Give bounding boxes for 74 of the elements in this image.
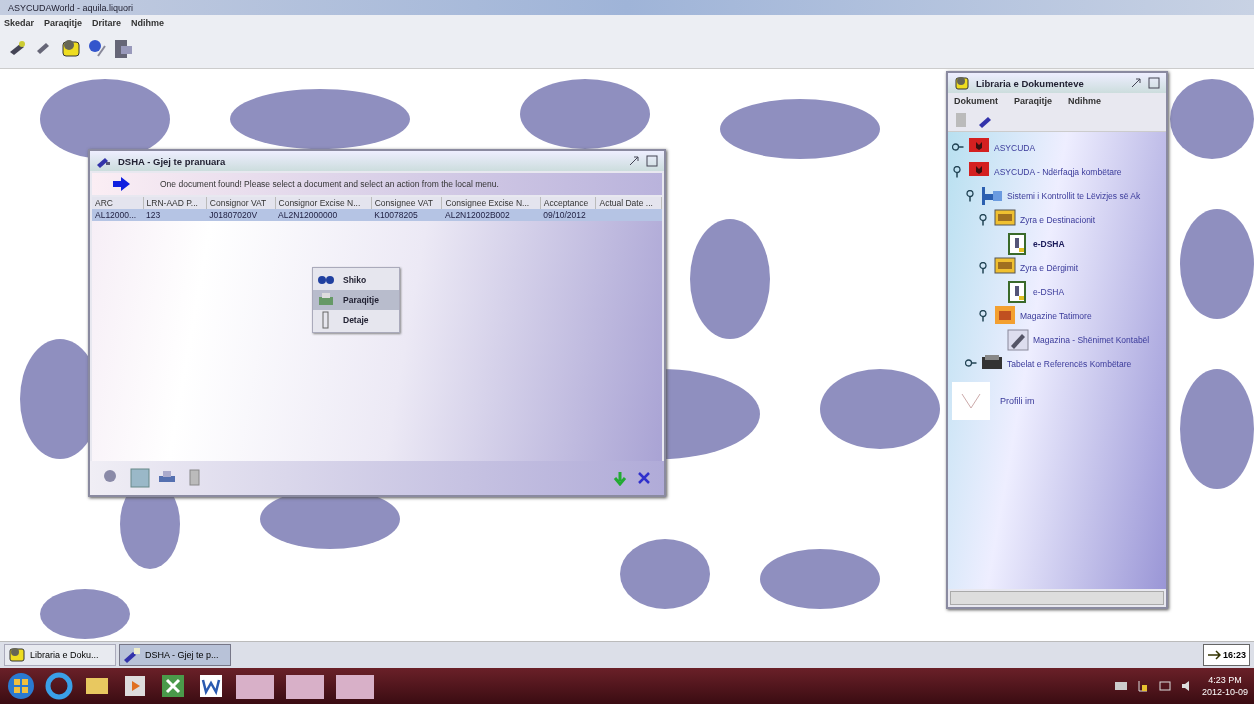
column-header[interactable]: Actual Date ...	[595, 197, 662, 209]
table-cell: AL2N12002B002	[445, 210, 510, 220]
menu-item[interactable]: Ndihme	[1068, 96, 1102, 106]
window-title: ASYCUDAWorld - aquila.liquori	[8, 2, 134, 13]
expanded-toggle-icon[interactable]	[952, 166, 964, 178]
expanded-toggle-icon[interactable]	[965, 190, 977, 202]
table-cell: J01807020V	[209, 210, 258, 220]
close-icon[interactable]	[636, 470, 652, 486]
start-icon[interactable]	[6, 671, 36, 701]
window-title: DSHA - Gjej te pranuara	[118, 155, 227, 167]
menu-item[interactable]: Paraqitje	[44, 17, 83, 28]
restore-icon[interactable]	[628, 155, 640, 167]
system-time: 4:23 PM	[1208, 674, 1242, 686]
profile-icon	[952, 382, 990, 420]
column-header[interactable]: LRN-AAD P...	[143, 197, 207, 209]
menu-item[interactable]: Dokument	[954, 96, 998, 106]
browser-icon[interactable]	[44, 671, 74, 701]
library-icon	[8, 646, 26, 664]
restore-icon[interactable]	[1130, 77, 1142, 89]
tree-item[interactable]: Tabelat e Referencës Kombëtare	[1007, 359, 1132, 369]
column-header[interactable]: Consignor Excise N...	[275, 197, 372, 209]
network-icon	[1157, 679, 1172, 693]
table-cell: AL12000...	[95, 210, 137, 220]
tree-item[interactable]: Zyra e Destinacionit	[1020, 215, 1096, 225]
table-cell: K10078205	[374, 210, 418, 220]
column-header[interactable]: Consignee VAT	[371, 197, 442, 209]
expanded-toggle-icon[interactable]	[978, 310, 990, 322]
collapsed-toggle-icon[interactable]	[965, 358, 977, 370]
status-message: One document found! Please select a document and select an action from the local menu.	[160, 179, 499, 189]
menu-item[interactable]: Paraqitje	[1014, 96, 1053, 106]
column-header[interactable]: Consignor VAT	[206, 197, 276, 209]
network-icon	[981, 185, 1003, 207]
window-title: Libraria e Dokumenteve	[976, 77, 1085, 89]
column-header[interactable]: ARC	[92, 197, 144, 209]
menu-item[interactable]: Paraqitje	[313, 290, 399, 310]
profile-link[interactable]: Profili im	[1000, 396, 1035, 406]
column-header[interactable]: Acceptance	[540, 197, 596, 209]
table-row[interactable]: AL12000... 123 J01807020V AL2N12000000 K10078205 AL2N12002B002 09/10/2012	[92, 209, 662, 221]
collapsed-toggle-icon[interactable]	[952, 142, 964, 154]
tree-item[interactable]: ASYCUDA - Ndërfaqja kombëtare	[994, 167, 1122, 177]
system-date: 2012-10-09	[1201, 686, 1248, 698]
tree-item[interactable]: e-DSHA	[1033, 287, 1065, 297]
expanded-toggle-icon[interactable]	[978, 262, 990, 274]
tree-item[interactable]: Magazina - Shënimet Kontabël	[1033, 335, 1150, 345]
tree-item[interactable]: Sistemi i Kontrollit te Lëvizjes së Ak	[1007, 191, 1141, 201]
warehouse-icon	[994, 305, 1016, 327]
library-icon[interactable]	[60, 38, 82, 60]
maximize-icon[interactable]	[646, 155, 658, 167]
ledger-icon	[1007, 329, 1029, 351]
keyboard-icon	[1113, 679, 1128, 693]
flag-icon	[1135, 679, 1150, 693]
horizontal-scrollbar[interactable]	[950, 591, 1164, 605]
arrow-icon	[1206, 649, 1221, 661]
expanded-toggle-icon[interactable]	[978, 214, 990, 226]
taskbar-button[interactable]: DSHA - Gjej te p...	[119, 644, 231, 666]
table-cell: 09/10/2012	[543, 210, 586, 220]
arrow-icon	[112, 176, 130, 192]
tree-item[interactable]: Zyra e Dërgimit	[1020, 263, 1079, 273]
menu-item[interactable]: Dritare	[92, 17, 122, 28]
table-cell: AL2N12000000	[278, 210, 338, 220]
tree-item[interactable]: ASYCUDA	[994, 143, 1036, 153]
maximize-icon[interactable]	[1148, 77, 1160, 89]
table-cell: 123	[146, 210, 161, 220]
wand-icon	[123, 646, 141, 664]
menu-item[interactable]: Shiko	[313, 270, 399, 290]
tree-item[interactable]: Magazine Tatimore	[1020, 311, 1092, 321]
tree-item[interactable]: e-DSHA	[1033, 239, 1065, 249]
column-header[interactable]: Consignee Excise N...	[442, 197, 541, 209]
clock-text: 16:23	[1222, 650, 1246, 660]
library-icon	[954, 75, 970, 91]
taskbar-button[interactable]: Libraria e Doku...	[4, 644, 116, 666]
menu-item[interactable]: Detaje	[313, 310, 399, 330]
menu-item[interactable]: Skedar	[4, 17, 35, 28]
menu-item[interactable]: Ndihme	[131, 17, 165, 28]
